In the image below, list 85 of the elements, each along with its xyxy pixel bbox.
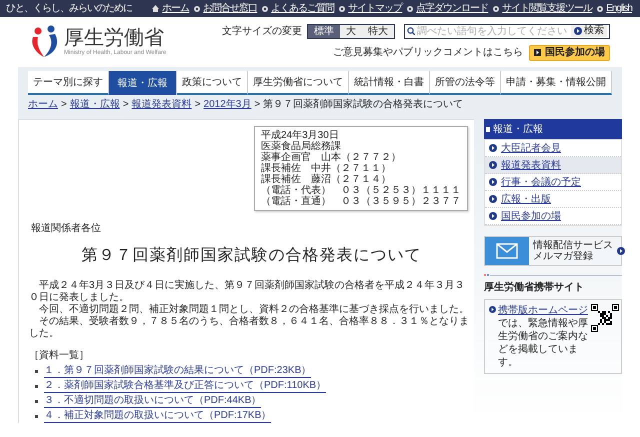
breadcrumb-separator: >	[61, 98, 67, 112]
tagline: ひと、くらし、みらいのために	[6, 2, 132, 16]
comment-text: ご意見募集やパブリックコメントはこちら	[333, 46, 523, 60]
search-field[interactable]: 調べたい語句を入力してください 検索	[404, 24, 610, 38]
breadcrumb-link[interactable]: ホーム	[28, 96, 58, 112]
top-link[interactable]: English	[606, 1, 632, 16]
square-icon	[486, 126, 490, 132]
arrow-icon	[574, 27, 582, 35]
arrow-bullet-icon	[489, 178, 497, 186]
bullet-icon	[35, 400, 38, 403]
arrow-bullet-icon	[489, 212, 497, 220]
bullet-icon	[597, 6, 604, 12]
bullet-icon	[339, 6, 346, 12]
bullet-icon	[35, 370, 38, 373]
home-icon	[152, 5, 160, 12]
sidebar-title: 報道・広報	[493, 122, 543, 136]
sidebar-item[interactable]: 報道発表資料	[485, 157, 621, 174]
sidebar-item[interactable]: 行事・会議の予定	[485, 174, 621, 191]
breadcrumb-separator: >	[122, 98, 129, 112]
body-paragraph: 今回、不適切問題２問、補正対象問題１問とし、資料２の合格基準に基づき採点を行いました。	[38, 304, 470, 316]
bullet-icon	[35, 385, 38, 388]
font-size-label: 文字サイズの変更	[222, 24, 302, 38]
font-size-button[interactable]: 標準	[308, 24, 340, 38]
bullet-icon	[262, 6, 268, 12]
bullet-icon	[35, 415, 38, 418]
top-link[interactable]: お問合せ窓口	[203, 1, 258, 16]
sidebar-item[interactable]: 大臣記者会見	[485, 140, 621, 157]
contact-line: 平成24年3月30日	[261, 130, 339, 141]
mail-banner[interactable]: 情報配信サービス メルマガ登録	[484, 236, 622, 266]
nav-tab[interactable]: 統計情報・白書	[349, 71, 430, 95]
breadcrumb-link[interactable]: 報道発表資料	[132, 96, 192, 112]
envelope-drawing	[485, 237, 529, 265]
contact-line: （電話・直通） ０３（３５９５）２３７７	[261, 196, 461, 207]
breadcrumb-separator: >	[194, 98, 201, 112]
arrow-bullet-icon	[489, 306, 496, 313]
contact-line: 課長補佐 藤沼（２７１４）	[261, 174, 391, 185]
addressee: 報道関係者各位	[31, 222, 102, 236]
top-link[interactable]: サイト閲覧支援ツール	[502, 1, 592, 16]
bullet-icon	[493, 6, 500, 12]
nav-tab[interactable]: 報道・広報	[109, 71, 177, 95]
nav-tab[interactable]: 所管の法令等	[430, 71, 501, 95]
mobile-site-heading: 厚生労働省携帯サイト	[484, 280, 585, 295]
nav-tab[interactable]: 申請・募集・情報公開	[501, 71, 612, 95]
top-link[interactable]: サイトマップ	[348, 1, 402, 16]
arrow-bullet-icon	[489, 195, 497, 203]
top-link[interactable]: ホーム	[162, 1, 190, 16]
sidebar-item[interactable]: 国民参加の場	[485, 208, 621, 225]
nav-tab[interactable]: 厚生労働省について	[248, 71, 349, 95]
arrow-bullet-icon	[489, 161, 497, 169]
mobile-site-text: 携帯版ホームページ では、緊急情報や厚生労働省のご案内などを掲載しています。	[498, 304, 588, 369]
arrow-bullet-icon	[489, 144, 497, 152]
material-link[interactable]: ２．薬剤師国家試験合格基準及び正答について（PDF:110KB）	[44, 380, 326, 393]
breadcrumb-separator: >	[254, 98, 260, 112]
material-link[interactable]: ３．不適切問題の取扱いについて（PDF:44KB）	[44, 395, 262, 408]
contact-line: 課長補佐 中井（２７１１）	[261, 163, 391, 174]
bullet-icon	[407, 6, 414, 12]
logo-name: 厚生労働省	[64, 27, 165, 49]
search-icon	[407, 27, 415, 35]
contact-line: （電話・代表） ０３（５２５３）１１１１	[261, 185, 461, 196]
participation-button[interactable]: 国民参加の場	[529, 44, 610, 60]
sidebar-item[interactable]: 広報・出版	[485, 191, 621, 208]
material-link[interactable]: １．第９７回薬剤師国家試験の結果について（PDF:23KB）	[44, 365, 312, 378]
bullet-icon	[194, 6, 200, 12]
search-button[interactable]: 検索	[571, 25, 607, 37]
contact-line: 薬事企画官 山本（２７７２）	[261, 152, 401, 163]
nav-tab[interactable]: 政策について	[177, 71, 248, 95]
page-title: 第９７回薬剤師国家試験の合格発表について	[80, 246, 422, 266]
nav-tab[interactable]: テーマ別に探す	[28, 71, 109, 95]
font-size-button[interactable]: 特大	[362, 24, 394, 38]
contact-line: 医薬食品局総務課	[261, 141, 341, 152]
logo-drawing	[30, 25, 60, 59]
top-link[interactable]: 点字ダウンロード	[416, 1, 488, 16]
arrow-bullet-icon	[617, 247, 625, 255]
breadcrumb-current: 第９７回薬剤師国家試験の合格発表について	[263, 98, 464, 112]
material-link[interactable]: ４．補正対象問題の取扱いについて（PDF:17KB）	[44, 410, 272, 423]
breadcrumb-link[interactable]: 2012年3月	[204, 96, 252, 112]
body-paragraph: その結果、受験者数９，７８５名のうち、合格者数８，６４１名、合格率８８．３１％となりました。	[29, 316, 470, 340]
mobile-site-link[interactable]: 携帯版ホームページ	[498, 305, 588, 316]
materials-heading: ［資料一覧］	[29, 348, 90, 363]
top-link[interactable]: よくあるご質問	[271, 1, 334, 16]
font-size-button[interactable]: 大	[340, 24, 362, 38]
breadcrumb-link[interactable]: 報道・広報	[70, 96, 120, 112]
qr-code-drawing	[591, 304, 619, 332]
body-paragraph: 平成２４年3月３日及び４日に実施した、第９７回薬剤師国家試験の合格者を平成２４年３月３０日に発表しました。	[29, 280, 466, 304]
arrow-icon	[534, 49, 541, 56]
